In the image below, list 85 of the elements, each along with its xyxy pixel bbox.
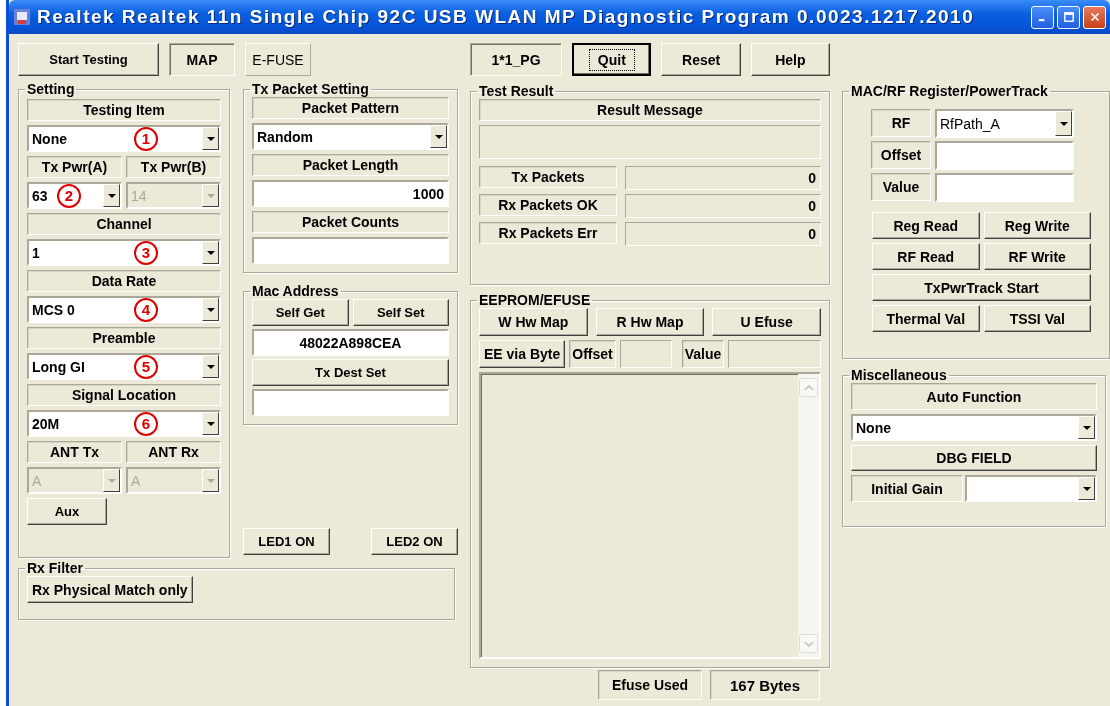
- callout-number: 3: [134, 240, 158, 265]
- action-button[interactable]: Reg Read: [872, 212, 980, 239]
- action-button[interactable]: U Efuse: [712, 308, 821, 336]
- minimize-button[interactable]: [1031, 5, 1054, 29]
- offset-field[interactable]: [619, 340, 672, 368]
- action-button[interactable]: R Hw Map: [595, 308, 705, 336]
- callout-number: 1: [134, 126, 158, 151]
- field-label: Tx Pwr(A): [27, 156, 122, 178]
- action-button[interactable]: RF Write: [983, 243, 1091, 270]
- field-label: Preamble: [27, 327, 221, 349]
- field-label: Testing Item: [27, 99, 221, 121]
- action-button[interactable]: Self Get: [252, 299, 349, 326]
- maximize-icon[interactable]: [1061, 10, 1076, 24]
- mode-label: 1*1_PG: [470, 43, 563, 76]
- group-title: Test Result: [478, 83, 555, 99]
- dropdown[interactable]: RfPath_A: [935, 109, 1074, 138]
- value-field[interactable]: [728, 340, 821, 368]
- group-title: EEPROM/EFUSE: [478, 292, 592, 308]
- action-button[interactable]: TxPwrTrack Start: [872, 274, 1091, 301]
- group-title: Setting: [26, 81, 76, 97]
- field-label: Tx Pwr(B): [126, 156, 221, 178]
- action-button[interactable]: Reg Write: [983, 212, 1091, 239]
- tx-dest-set-button[interactable]: Tx Dest Set: [252, 359, 449, 386]
- maximize-button[interactable]: [1057, 5, 1080, 29]
- input-field[interactable]: [935, 173, 1074, 202]
- ee-via-byte-button[interactable]: EE via Byte: [479, 340, 566, 368]
- group-title: Tx Packet Setting: [251, 81, 370, 97]
- input-field[interactable]: [935, 141, 1074, 170]
- toolbar-button[interactable]: Quit: [572, 43, 652, 76]
- close-button[interactable]: [1083, 5, 1106, 29]
- rx-filter-button[interactable]: Rx Physical Match only: [27, 576, 193, 603]
- field-label: Packet Counts: [252, 211, 449, 233]
- input-field[interactable]: 1000: [252, 180, 449, 207]
- callout-number: 2: [57, 183, 81, 208]
- field-label: ANT Tx: [27, 441, 122, 463]
- action-button[interactable]: Self Set: [352, 299, 449, 326]
- counter-label: Rx Packets OK: [479, 194, 617, 216]
- dropdown[interactable]: None: [851, 414, 1097, 441]
- action-button[interactable]: RF Read: [872, 243, 980, 270]
- field-label: Value: [871, 173, 931, 201]
- counter-value: 0: [625, 194, 821, 218]
- field-label: Packet Length: [252, 154, 449, 176]
- field-label: Result Message: [479, 99, 821, 121]
- action-button[interactable]: Thermal Val: [872, 305, 980, 332]
- field-label: Auto Function: [851, 383, 1097, 410]
- status-label: Efuse Used: [598, 670, 702, 700]
- counter-label: Tx Packets: [479, 166, 617, 188]
- callout-number: 4: [134, 297, 158, 322]
- aux-button[interactable]: Aux: [27, 498, 107, 525]
- group-title: Miscellaneous: [850, 367, 948, 383]
- toolbar-button[interactable]: Reset: [661, 43, 741, 76]
- field-label: Offset: [569, 340, 616, 368]
- action-button[interactable]: TSSI Val: [983, 305, 1091, 332]
- field-label: Data Rate: [27, 270, 221, 292]
- field-label: Packet Pattern: [252, 97, 449, 119]
- counter-value: 0: [625, 222, 821, 246]
- dbg-field-button[interactable]: DBG FIELD: [851, 445, 1097, 471]
- window-title: Realtek Realtek 11n Single Chip 92C USB WLAN MP Diagnostic Program 0.0023.1217.2010: [37, 6, 976, 28]
- start-testing-button[interactable]: Start Testing: [18, 43, 159, 76]
- field-label: ANT Rx: [126, 441, 221, 463]
- counter-value: 0: [625, 166, 821, 190]
- led-button[interactable]: LED2 ON: [371, 528, 458, 555]
- field-label: Offset: [871, 141, 931, 169]
- callout-number: 5: [134, 354, 158, 379]
- mac-address-field[interactable]: 48022A898CEA: [252, 329, 449, 356]
- input-field[interactable]: [252, 389, 449, 416]
- led-button[interactable]: LED1 ON: [243, 528, 330, 555]
- dropdown[interactable]: Random: [252, 123, 449, 150]
- group-title: MAC/RF Register/PowerTrack: [850, 83, 1049, 99]
- field-label: Value: [681, 340, 725, 368]
- action-button[interactable]: W Hw Map: [479, 308, 588, 336]
- app-icon: [13, 8, 31, 26]
- input-field[interactable]: [252, 237, 449, 264]
- counter-label: Rx Packets Err: [479, 222, 617, 244]
- field-label: Signal Location: [27, 384, 221, 406]
- mode-label: MAP: [169, 43, 235, 76]
- status-value: 167 Bytes: [710, 670, 820, 700]
- group-title: Rx Filter: [26, 560, 84, 576]
- field-label: Initial Gain: [851, 475, 963, 502]
- field-label: RF: [871, 109, 931, 137]
- field-label: Channel: [27, 213, 221, 235]
- callout-number: 6: [134, 411, 158, 436]
- group-title: Mac Address: [251, 283, 340, 299]
- mode-label: E-FUSE: [245, 43, 311, 76]
- toolbar-button[interactable]: Help: [750, 43, 830, 76]
